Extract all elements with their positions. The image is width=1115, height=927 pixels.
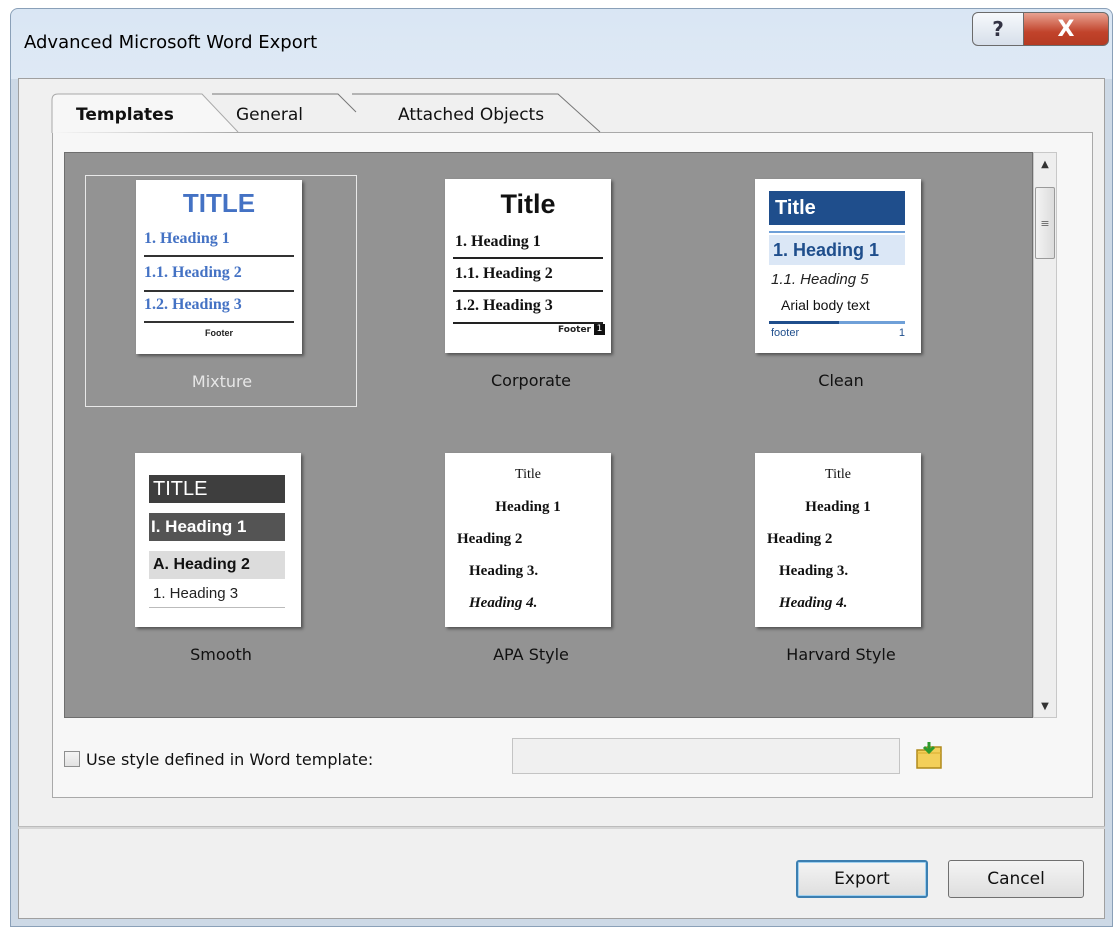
preview-heading-4: Heading 4. bbox=[779, 595, 848, 611]
tab-general[interactable]: General bbox=[236, 94, 303, 136]
footer-separator bbox=[18, 826, 1105, 829]
template-preview-apa: Title Heading 1 Heading 2 Heading 3. Hea… bbox=[445, 453, 611, 627]
preview-heading-3: 1. Heading 3 bbox=[153, 585, 239, 602]
use-word-template-label: Use style defined in Word template: bbox=[86, 749, 374, 769]
preview-heading-1: 1. Heading 1 bbox=[144, 230, 230, 247]
preview-heading-3: Heading 3. bbox=[469, 563, 539, 579]
preview-title: Title bbox=[825, 467, 851, 482]
template-preview-corporate: Title 1. Heading 1 1.1. Heading 2 1.2. H… bbox=[445, 179, 611, 353]
template-preview-harvard: Title Heading 1 Heading 2 Heading 3. Hea… bbox=[755, 453, 921, 627]
scroll-up-arrow-icon[interactable]: ▲ bbox=[1034, 153, 1056, 175]
template-smooth[interactable]: TITLE I. Heading 1 A. Heading 2 1. Headi… bbox=[85, 449, 357, 681]
template-harvard-style[interactable]: Title Heading 1 Heading 2 Heading 3. Hea… bbox=[705, 449, 977, 681]
preview-title: Title bbox=[515, 467, 541, 482]
scroll-down-arrow-icon[interactable]: ▼ bbox=[1034, 695, 1056, 717]
template-label-clean: Clean bbox=[818, 371, 864, 390]
preview-heading-1: I. Heading 1 bbox=[149, 513, 285, 541]
preview-page-number: 1 bbox=[898, 327, 905, 339]
template-apa-style[interactable]: Title Heading 1 Heading 2 Heading 3. Hea… bbox=[395, 449, 667, 681]
preview-heading-2: 1.1. Heading 2 bbox=[455, 265, 553, 282]
preview-heading-2: 1.1. Heading 2 bbox=[144, 264, 242, 281]
cancel-button[interactable]: Cancel bbox=[948, 860, 1084, 898]
folder-open-icon bbox=[916, 742, 942, 769]
use-word-template-checkbox[interactable] bbox=[64, 751, 80, 767]
preview-heading-1: 1. Heading 1 bbox=[455, 233, 541, 250]
preview-heading-3: 1.2. Heading 3 bbox=[144, 296, 242, 313]
preview-heading-3: Heading 3. bbox=[779, 563, 849, 579]
title-bar[interactable]: Advanced Microsoft Word Export ? X bbox=[10, 8, 1113, 78]
preview-title: TITLE bbox=[182, 188, 256, 218]
template-mixture[interactable]: TITLE 1. Heading 1 1.1. Heading 2 1.2. H… bbox=[85, 175, 357, 407]
tab-templates[interactable]: Templates bbox=[76, 94, 174, 136]
preview-heading-1: Heading 1 bbox=[495, 499, 561, 515]
preview-heading-1: 1. Heading 1 bbox=[769, 235, 905, 265]
help-icon: ? bbox=[992, 17, 1004, 41]
preview-title: TITLE bbox=[149, 475, 285, 503]
preview-heading-2: 1.1. Heading 5 bbox=[771, 271, 869, 288]
preview-heading-2: Heading 2 bbox=[457, 531, 523, 547]
template-gallery[interactable]: TITLE 1. Heading 1 1.1. Heading 2 1.2. H… bbox=[64, 152, 1033, 718]
template-label-apa-style: APA Style bbox=[493, 645, 569, 664]
preview-heading-3: 1.2. Heading 3 bbox=[455, 297, 553, 314]
template-label-harvard-style: Harvard Style bbox=[786, 645, 896, 664]
template-preview-smooth: TITLE I. Heading 1 A. Heading 2 1. Headi… bbox=[135, 453, 301, 627]
template-preview-mixture: TITLE 1. Heading 1 1.1. Heading 2 1.2. H… bbox=[136, 180, 302, 354]
preview-heading-1: Heading 1 bbox=[805, 499, 871, 515]
preview-footer: Footer bbox=[558, 325, 591, 335]
help-button[interactable]: ? bbox=[972, 12, 1024, 46]
preview-title: Title bbox=[500, 189, 556, 219]
window-title: Advanced Microsoft Word Export bbox=[24, 32, 318, 53]
template-clean[interactable]: Title 1. Heading 1 1.1. Heading 5 Arial … bbox=[705, 175, 977, 407]
preview-page-number: 1 bbox=[594, 324, 605, 335]
tab-attached-objects[interactable]: Attached Objects bbox=[398, 94, 544, 136]
template-label-mixture: Mixture bbox=[191, 372, 253, 391]
preview-heading-2: A. Heading 2 bbox=[149, 551, 285, 579]
export-button[interactable]: Export bbox=[796, 860, 928, 898]
advanced-word-export-dialog: Advanced Microsoft Word Export ? X Templ… bbox=[0, 0, 1115, 927]
scroll-thumb[interactable]: ≡ bbox=[1035, 187, 1055, 259]
close-icon: X bbox=[1057, 16, 1075, 42]
template-corporate[interactable]: Title 1. Heading 1 1.1. Heading 2 1.2. H… bbox=[395, 175, 667, 407]
preview-heading-2: Heading 2 bbox=[767, 531, 833, 547]
preview-body-text: Arial body text bbox=[781, 297, 870, 313]
use-word-template-row: Use style defined in Word template: bbox=[64, 748, 373, 770]
browse-template-button[interactable] bbox=[912, 738, 946, 772]
word-template-path-field[interactable] bbox=[512, 738, 900, 774]
preview-footer: footer bbox=[771, 327, 800, 339]
close-button[interactable]: X bbox=[1023, 12, 1109, 46]
template-label-corporate: Corporate bbox=[491, 371, 571, 390]
gallery-scrollbar[interactable]: ▲ ≡ ▼ bbox=[1033, 152, 1057, 718]
preview-heading-4: Heading 4. bbox=[469, 595, 538, 611]
template-preview-clean: Title 1. Heading 1 1.1. Heading 5 Arial … bbox=[755, 179, 921, 353]
template-label-smooth: Smooth bbox=[190, 645, 252, 664]
preview-title: Title bbox=[769, 191, 905, 225]
preview-footer: Footer bbox=[205, 328, 233, 338]
